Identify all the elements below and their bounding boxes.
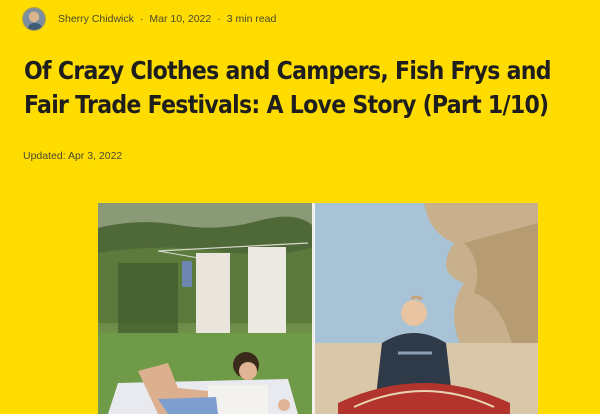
updated-date: Updated: Apr 3, 2022: [23, 150, 123, 162]
meta-separator: ·: [139, 13, 144, 25]
post-meta: Sherry Chidwick · Mar 10, 2022 · 3 min r…: [22, 6, 276, 32]
post-image[interactable]: [98, 203, 538, 414]
author-avatar[interactable]: [22, 7, 46, 31]
photo-man-surfboard: [314, 203, 538, 414]
meta-separator: ·: [217, 13, 221, 25]
post-title: Of Crazy Clothes and Campers, Fish Frys …: [24, 56, 552, 119]
photo-right-illustration: [314, 203, 538, 414]
photo-woman-lawn: [98, 203, 314, 414]
post-date: Mar 10, 2022: [149, 13, 212, 25]
photo-divider: [312, 203, 315, 414]
photo-left-illustration: [98, 203, 314, 414]
author-name[interactable]: Sherry Chidwick: [58, 13, 134, 25]
read-time: 3 min read: [226, 13, 277, 25]
